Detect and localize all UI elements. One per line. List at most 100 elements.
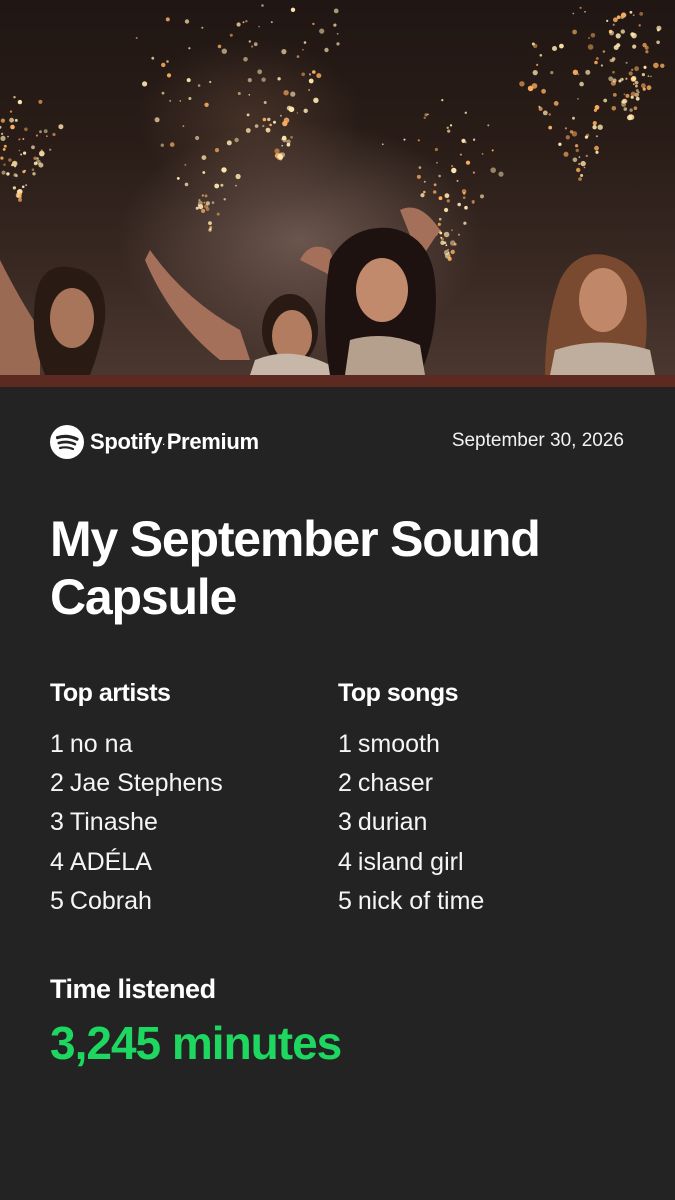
- spark: [539, 54, 543, 57]
- spark: [333, 8, 339, 14]
- artist-rank: 4: [50, 847, 64, 876]
- spark: [161, 62, 166, 68]
- spark: [202, 171, 206, 174]
- spark: [445, 244, 448, 247]
- spark: [283, 117, 290, 124]
- spark: [625, 93, 630, 98]
- spark: [296, 112, 299, 114]
- spark: [220, 183, 224, 187]
- spark: [201, 194, 204, 197]
- spark: [208, 221, 212, 226]
- artist-list-item: 3 Tinashe: [50, 803, 330, 842]
- spark: [184, 182, 189, 187]
- spark: [462, 196, 466, 199]
- spark: [632, 83, 635, 85]
- spark: [22, 138, 25, 140]
- spark: [564, 127, 568, 130]
- spark: [176, 177, 180, 180]
- spark: [282, 137, 287, 143]
- spark: [612, 78, 617, 83]
- spark: [629, 108, 633, 112]
- spark: [21, 185, 25, 189]
- spark: [261, 77, 266, 82]
- spark: [650, 75, 652, 78]
- spark: [165, 17, 170, 22]
- spark: [592, 125, 597, 130]
- spark: [316, 73, 322, 79]
- spark: [308, 73, 312, 76]
- spark: [441, 237, 444, 241]
- spark: [660, 63, 665, 68]
- spark: [635, 96, 640, 101]
- spark: [612, 93, 617, 97]
- spark: [290, 91, 296, 97]
- spark: [43, 129, 48, 134]
- spark: [579, 81, 584, 87]
- spark: [197, 84, 201, 87]
- spark: [578, 156, 581, 158]
- spark: [578, 177, 582, 181]
- spark: [472, 138, 476, 141]
- spark: [226, 140, 232, 146]
- spark: [195, 135, 200, 141]
- spark: [632, 44, 637, 49]
- spark: [273, 120, 276, 124]
- spark: [286, 142, 291, 147]
- spark: [569, 130, 574, 134]
- spark: [281, 144, 284, 147]
- spark: [3, 163, 6, 166]
- spark: [587, 44, 594, 50]
- spark: [628, 114, 635, 120]
- spark: [236, 22, 241, 27]
- spark: [296, 55, 300, 58]
- spark: [235, 184, 237, 187]
- spark: [423, 116, 426, 120]
- spark: [446, 126, 449, 129]
- spark: [595, 57, 599, 60]
- spark: [606, 19, 609, 22]
- spark: [38, 99, 43, 104]
- spark: [201, 155, 207, 161]
- spark: [135, 37, 138, 39]
- spark: [262, 124, 265, 128]
- spark: [631, 75, 637, 82]
- spark: [324, 47, 329, 53]
- spark: [575, 144, 579, 148]
- spark: [542, 110, 548, 116]
- spark: [186, 78, 191, 83]
- spark: [12, 186, 16, 190]
- spark: [247, 78, 252, 83]
- top-artists-section: Top artists 1 no na 2 Jae Stephens 3 Tinash…: [50, 676, 330, 921]
- spark: [195, 206, 199, 210]
- spark: [481, 153, 484, 155]
- spark: [447, 248, 449, 251]
- spark: [450, 249, 455, 255]
- spark: [0, 118, 5, 123]
- spark: [609, 30, 615, 36]
- spark: [623, 107, 628, 111]
- spark: [443, 231, 450, 238]
- spark: [438, 196, 443, 201]
- spark: [451, 165, 454, 168]
- spark: [246, 113, 250, 117]
- spark: [35, 134, 39, 137]
- spark: [641, 83, 646, 89]
- spark: [381, 143, 384, 146]
- spark: [258, 25, 260, 28]
- spark: [632, 14, 635, 16]
- spark: [154, 117, 160, 123]
- spark: [628, 71, 633, 76]
- spark: [209, 80, 212, 84]
- spark: [204, 194, 208, 198]
- spark: [182, 125, 185, 127]
- spark: [434, 147, 438, 152]
- spark: [625, 61, 628, 64]
- spark: [616, 43, 621, 48]
- spark: [201, 26, 204, 29]
- spark: [418, 166, 422, 169]
- spark: [594, 145, 599, 151]
- brand-name: Spotify: [90, 429, 163, 454]
- spark: [565, 135, 570, 140]
- spark: [336, 42, 340, 46]
- hero-image: [0, 4, 665, 375]
